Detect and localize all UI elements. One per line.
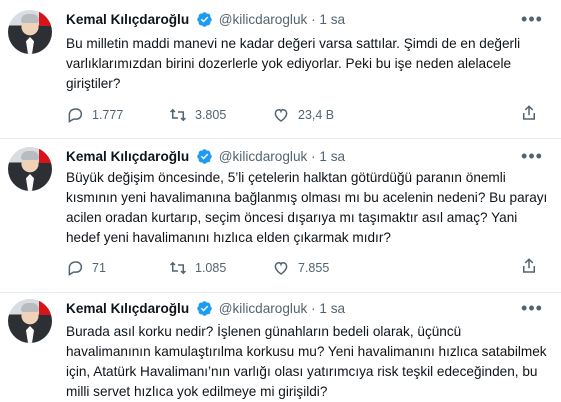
like-icon <box>274 261 288 275</box>
author-handle[interactable]: @kilicdarogluk <box>219 149 308 164</box>
tweet-header: Kemal Kılıçdaroğlu @kilicdarogluk · 1 sa <box>66 147 345 167</box>
retweet-icon <box>169 108 187 122</box>
reply-button[interactable]: 1.777 <box>66 106 169 124</box>
like-icon <box>274 108 288 122</box>
share-icon <box>523 257 535 273</box>
author-avatar[interactable] <box>8 299 52 343</box>
tweet-actions: 71 1.085 7.855 <box>66 257 546 279</box>
like-button[interactable]: 7.855 <box>272 259 375 277</box>
retweet-button[interactable]: 3.805 <box>169 106 272 124</box>
tweet-time[interactable]: 1 sa <box>319 12 345 27</box>
tweet-2[interactable]: Kemal Kılıçdaroğlu @kilicdarogluk · 1 sa… <box>0 139 561 293</box>
retweet-count: 3.805 <box>195 108 227 122</box>
author-name[interactable]: Kemal Kılıçdaroğlu <box>66 12 189 27</box>
tweet-header: Kemal Kılıçdaroğlu @kilicdarogluk · 1 sa <box>66 10 345 30</box>
author-handle[interactable]: @kilicdarogluk <box>219 301 308 316</box>
author-name[interactable]: Kemal Kılıçdaroğlu <box>66 301 189 316</box>
tweet-text: Burada asıl korku nedir? İşlenen günahla… <box>66 324 547 399</box>
reply-count: 1.777 <box>92 108 124 122</box>
more-options-icon[interactable]: ••• <box>521 10 543 32</box>
tweet-actions: 1.777 3.805 23,4 B <box>66 104 546 126</box>
reply-button[interactable]: 71 <box>66 259 169 277</box>
verified-badge-icon <box>196 11 213 34</box>
retweet-icon <box>169 261 187 275</box>
separator-dot: · <box>311 301 316 316</box>
reply-icon <box>68 108 83 123</box>
separator-dot: · <box>311 149 316 164</box>
share-icon <box>523 104 535 120</box>
verified-badge-icon <box>196 300 213 323</box>
like-button[interactable]: 23,4 B <box>272 106 375 124</box>
retweet-count: 1.085 <box>195 261 227 275</box>
tweet-1[interactable]: Kemal Kılıçdaroğlu @kilicdarogluk · 1 sa… <box>0 0 561 139</box>
like-count: 23,4 B <box>298 108 335 122</box>
reply-icon <box>68 261 83 276</box>
tweet-text: Büyük değişim öncesinde, 5’li çetelerin … <box>66 170 548 245</box>
author-name[interactable]: Kemal Kılıçdaroğlu <box>66 149 189 164</box>
tweet-header: Kemal Kılıçdaroğlu @kilicdarogluk · 1 sa <box>66 299 345 319</box>
author-avatar[interactable] <box>8 147 52 191</box>
retweet-button[interactable]: 1.085 <box>169 259 272 277</box>
separator-dot: · <box>311 12 316 27</box>
share-button[interactable] <box>520 257 538 280</box>
like-count: 7.855 <box>298 261 330 275</box>
tweet-time[interactable]: 1 sa <box>319 301 345 316</box>
reply-count: 71 <box>92 261 106 275</box>
author-handle[interactable]: @kilicdarogluk <box>219 12 308 27</box>
more-options-icon[interactable]: ••• <box>521 299 543 321</box>
author-avatar[interactable] <box>8 10 52 54</box>
tweet-3[interactable]: Kemal Kılıçdaroğlu @kilicdarogluk · 1 sa… <box>0 293 561 402</box>
tweet-time[interactable]: 1 sa <box>319 149 345 164</box>
share-button[interactable] <box>520 104 538 127</box>
more-options-icon[interactable]: ••• <box>521 147 543 169</box>
tweet-text: Bu milletin maddi manevi ne kadar değeri… <box>66 36 521 91</box>
